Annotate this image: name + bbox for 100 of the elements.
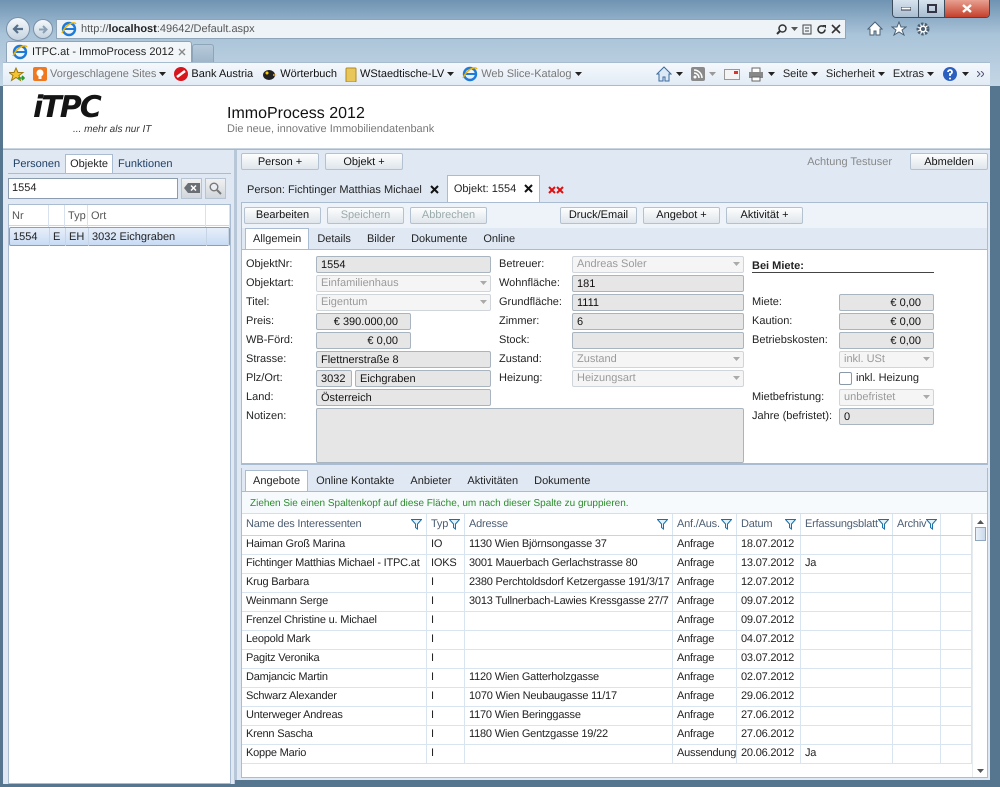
caret-icon[interactable]	[159, 72, 166, 76]
toolbar-button[interactable]: Objekt +	[325, 153, 403, 170]
action-button[interactable]: Bearbeiten	[244, 206, 321, 224]
filter-icon[interactable]	[411, 518, 422, 530]
home-icon[interactable]	[867, 21, 883, 36]
mail-icon[interactable]	[724, 68, 740, 80]
action-button[interactable]: Angebot +	[643, 206, 720, 224]
toolbar-button[interactable]: Person +	[241, 153, 319, 170]
scroll-up-icon[interactable]	[976, 520, 984, 524]
column-header[interactable]: Anf./Aus.	[673, 514, 737, 535]
caret-icon[interactable]	[574, 72, 582, 76]
city-field[interactable]: Eichgraben	[355, 370, 491, 387]
amount-field[interactable]: € 0,00	[839, 312, 934, 330]
column-header[interactable]: Datum	[737, 514, 801, 535]
forward-button[interactable]	[33, 19, 53, 39]
caret-icon[interactable]	[447, 72, 454, 76]
column-header[interactable]: Name des Interessenten	[242, 514, 427, 535]
document-tab[interactable]: Person: Fichtinger Matthias Michael	[241, 178, 445, 202]
compat-view-icon[interactable]	[802, 24, 812, 34]
scrollbar[interactable]	[972, 514, 987, 777]
grid-tab[interactable]: Anbieter	[402, 470, 460, 491]
amount-field[interactable]: € 0,00	[316, 332, 411, 349]
filter-icon[interactable]	[878, 518, 889, 530]
caret-icon[interactable]	[768, 72, 775, 76]
help-icon[interactable]	[942, 66, 958, 82]
panel-tab[interactable]: Personen	[8, 154, 66, 173]
caret-icon[interactable]	[791, 27, 798, 31]
search-field[interactable]: 1554	[8, 178, 178, 199]
favorite-link[interactable]: Vorgeschlagene Sites	[33, 67, 166, 81]
postcode-field[interactable]: 3032	[316, 370, 352, 387]
star-icon[interactable]	[891, 21, 907, 36]
chevron-icon[interactable]	[977, 71, 984, 77]
address-field[interactable]: http://localhost:49642/Default.aspx	[56, 19, 846, 39]
column-header[interactable]: Adresse	[465, 514, 673, 535]
filter-icon[interactable]	[721, 518, 732, 530]
favorite-link[interactable]: Wörterbuch	[261, 67, 338, 81]
panel-tab[interactable]: Funktionen	[113, 154, 178, 173]
action-button[interactable]: Aktivität +	[726, 206, 803, 224]
action-button[interactable]: Druck/Email	[560, 206, 637, 224]
close-icon[interactable]	[430, 185, 439, 194]
column-header[interactable]: Archiv	[893, 514, 941, 535]
caret-icon[interactable]	[878, 72, 885, 76]
scroll-thumb[interactable]	[974, 526, 986, 541]
favorite-link[interactable]: Web Slice-Katalog	[462, 66, 582, 82]
text-field[interactable]: 0	[839, 408, 934, 425]
home-icon[interactable]	[656, 66, 672, 82]
filter-icon[interactable]	[449, 518, 460, 530]
menu-button[interactable]: Extras	[892, 68, 934, 80]
panel-tab[interactable]: Objekte	[65, 154, 114, 173]
filter-icon[interactable]	[785, 518, 796, 530]
caret-icon[interactable]	[810, 72, 818, 76]
clear-button[interactable]	[181, 178, 202, 199]
text-field[interactable]: 1554	[316, 256, 491, 273]
caret-icon[interactable]	[927, 72, 934, 76]
close-button[interactable]	[945, 0, 989, 17]
caret-icon[interactable]	[676, 72, 683, 76]
form-tab[interactable]: Online	[475, 228, 524, 249]
rss-icon[interactable]	[690, 67, 705, 81]
maximize-button[interactable]	[919, 0, 945, 17]
stop-icon[interactable]	[831, 24, 841, 34]
browser-tab[interactable]: ITPC.at - ImmoProcess 2012	[6, 41, 192, 62]
grid-tab[interactable]: Angebote	[245, 470, 308, 491]
favorites-icon[interactable]	[9, 66, 25, 82]
form-tab[interactable]: Bilder	[358, 228, 404, 249]
grid-tab[interactable]: Dokumente	[526, 470, 598, 491]
search-button[interactable]	[205, 178, 226, 199]
menu-button[interactable]: Sicherheit	[826, 68, 885, 80]
amount-field[interactable]: € 390.000,00	[316, 312, 411, 330]
grid-tab[interactable]: Online Kontakte	[308, 470, 402, 491]
settings-icon[interactable]	[915, 21, 931, 37]
close-all-icon[interactable]	[548, 186, 564, 194]
checkbox[interactable]	[839, 372, 852, 385]
result-row[interactable]: 1554 E EH 3032 Eichgraben	[9, 226, 230, 246]
amount-field[interactable]: € 0,00	[839, 332, 934, 349]
document-tab[interactable]: Objekt: 1554	[446, 174, 540, 202]
text-field[interactable]: Flettnerstraße 8	[316, 350, 491, 368]
form-tab[interactable]: Details	[309, 228, 359, 249]
filter-icon[interactable]	[657, 518, 668, 530]
back-button[interactable]	[6, 17, 30, 41]
favorite-link[interactable]: WStaedtische-LV	[345, 66, 454, 82]
text-field[interactable]: 6	[572, 312, 744, 330]
text-field[interactable]	[572, 332, 744, 349]
scroll-down-icon[interactable]	[976, 769, 984, 773]
grid-tab[interactable]: Aktivitäten	[459, 470, 526, 491]
text-field[interactable]: 181	[572, 274, 744, 292]
caret-icon[interactable]	[962, 72, 969, 76]
refresh-icon[interactable]	[816, 24, 827, 34]
form-tab[interactable]: Allgemein	[245, 228, 310, 249]
menu-button[interactable]: Seite	[782, 68, 818, 80]
amount-field[interactable]: € 0,00	[839, 294, 934, 311]
search-icon[interactable]	[776, 24, 787, 34]
column-header[interactable]: Erfassungsblatt	[801, 514, 893, 535]
minimize-button[interactable]	[893, 0, 919, 17]
text-field[interactable]: Österreich	[316, 388, 491, 406]
printer-icon[interactable]	[748, 66, 764, 82]
favorite-link[interactable]: Bank Austria	[174, 67, 254, 81]
close-icon[interactable]	[524, 184, 534, 194]
text-field[interactable]: 1111	[572, 294, 744, 311]
column-header[interactable]: Typ	[427, 514, 465, 535]
logout-button[interactable]: Abmelden	[910, 153, 988, 170]
